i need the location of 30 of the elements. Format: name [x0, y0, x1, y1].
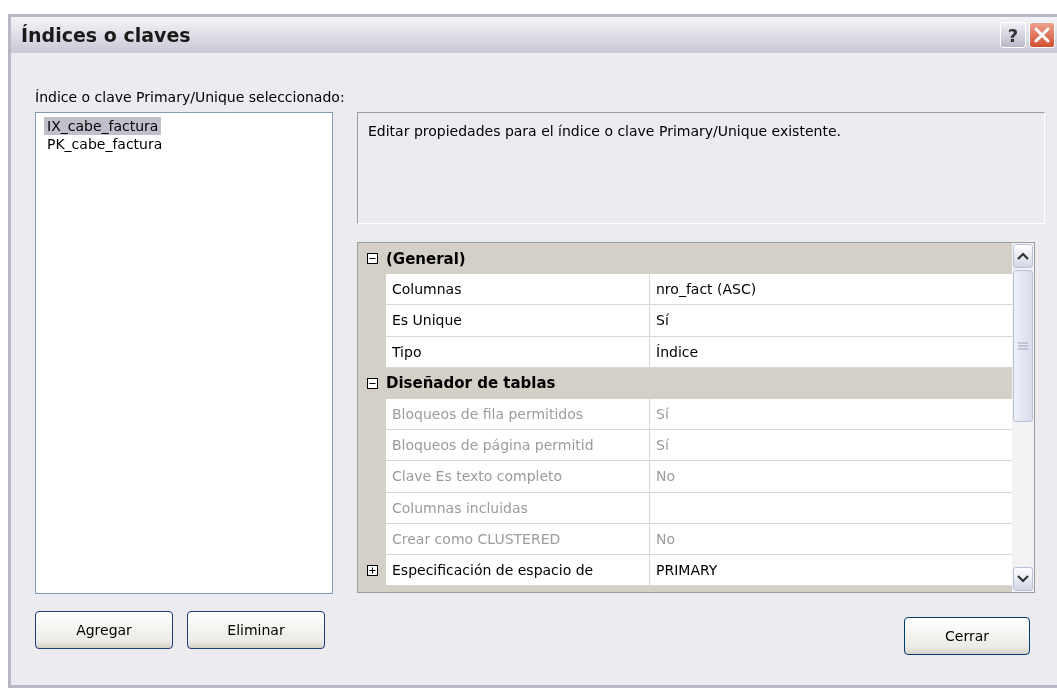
scroll-down-button[interactable] — [1013, 567, 1033, 591]
list-label: Índice o clave Primary/Unique seleccionado: — [35, 89, 346, 105]
close-button[interactable] — [1029, 22, 1055, 48]
expand-icon[interactable] — [366, 564, 378, 576]
collapse-icon[interactable] — [366, 253, 378, 265]
grip-icon — [1018, 342, 1028, 350]
category-header[interactable]: (General) — [386, 249, 466, 268]
collapse-icon[interactable] — [366, 377, 378, 389]
property-name[interactable]: Tipo — [386, 336, 650, 368]
scroll-up-button[interactable] — [1013, 244, 1033, 268]
property-value[interactable]: Sí — [650, 305, 1012, 337]
property-name[interactable]: Es Unique — [386, 305, 650, 337]
close-dialog-button[interactable]: Cerrar — [904, 617, 1030, 655]
description-text: Editar propiedades para el índice o clave Primary/Unique existente. — [368, 123, 841, 139]
scrollbar[interactable] — [1012, 243, 1034, 592]
category-header[interactable]: Diseñador de tablas — [386, 374, 556, 393]
key-list-item[interactable]: PK_cabe_factura — [44, 135, 166, 153]
remove-button[interactable]: Eliminar — [187, 611, 325, 649]
help-button[interactable]: ? — [1000, 22, 1026, 48]
key-list-item[interactable]: IX_cabe_factura — [44, 117, 162, 135]
property-name[interactable]: Columnas — [386, 274, 650, 306]
window-title: Índices o claves — [21, 24, 191, 46]
property-value[interactable]: PRIMARY — [650, 554, 1012, 587]
chevron-up-icon — [1017, 252, 1029, 260]
scroll-thumb[interactable] — [1013, 270, 1033, 422]
property-value[interactable]: Índice — [650, 336, 1012, 368]
property-value[interactable]: nro_fact (ASC) — [650, 274, 1012, 306]
property-name[interactable]: Especificación de espacio de — [386, 554, 650, 587]
chevron-down-icon — [1017, 575, 1029, 583]
add-button[interactable]: Agregar — [35, 611, 173, 649]
